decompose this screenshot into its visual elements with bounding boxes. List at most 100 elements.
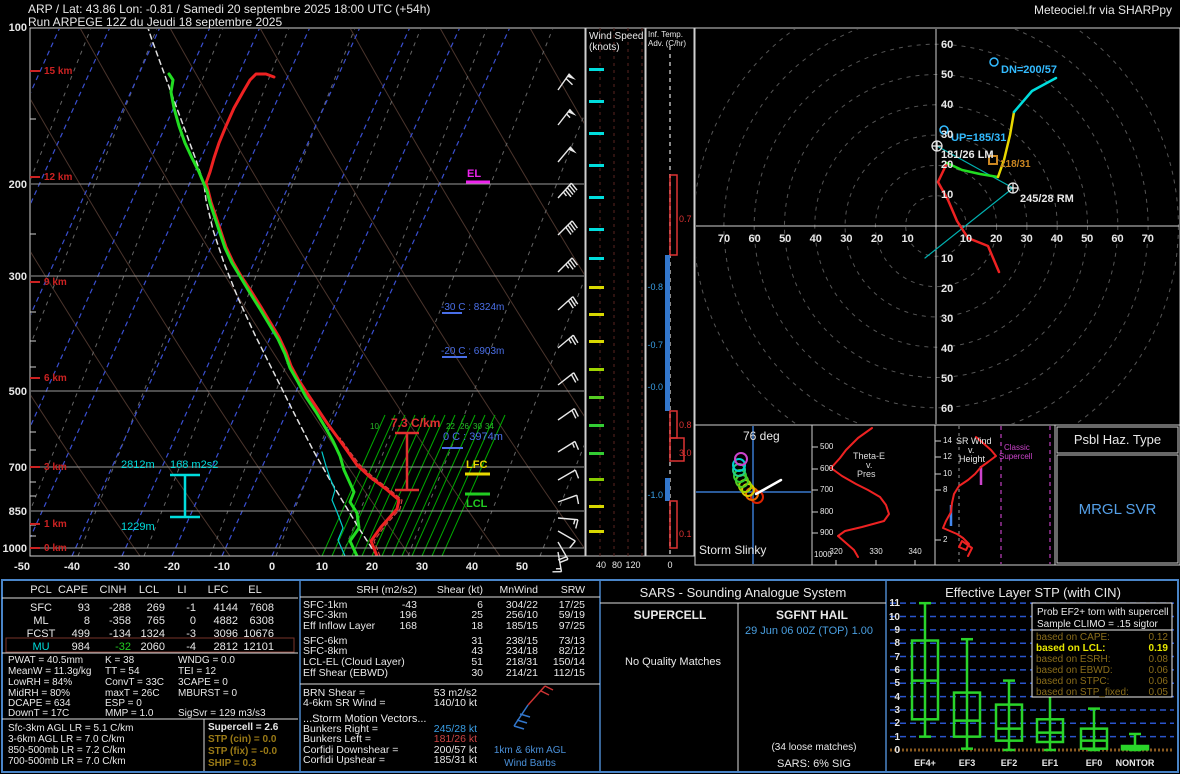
srh-col-header: SRW	[560, 584, 585, 596]
stp-category-label: NONTOR	[1115, 758, 1155, 768]
eff-layer-srh-label: 168 m2s2	[170, 459, 219, 471]
hodo-upshear-label: UP=185/31	[951, 132, 1007, 144]
temp-adv-units: Adv. (C/hr)	[648, 39, 687, 48]
line-shape	[559, 558, 569, 564]
isotherm-line	[31, 29, 160, 316]
temp-adv-axis-label: 0	[667, 560, 673, 570]
stp-prob-value: 0.06	[1148, 676, 1168, 687]
hodo-axis-label: 30	[941, 313, 954, 325]
temp-axis-label: -30	[114, 561, 130, 573]
line-shape	[571, 442, 576, 448]
km-label: 9 km	[44, 277, 67, 288]
srwind-ylabel: 8	[943, 485, 948, 494]
freezing-level-label: 0 C : 3974m	[443, 431, 503, 443]
line-shape	[516, 719, 528, 724]
km-label: 0 km	[44, 543, 67, 554]
line-shape	[569, 540, 576, 549]
line-shape	[557, 469, 576, 481]
composite-index-value: Supercell = 2.6	[208, 722, 279, 733]
stp-box-whisker	[952, 637, 982, 750]
composite-index-value: SHIP = 0.3	[208, 758, 257, 769]
temp-axis-label: -10	[214, 561, 230, 573]
moist-adiabat-line	[275, 29, 488, 556]
srh-row-name: Eff Shear (EBWD)	[303, 667, 388, 679]
stp-category-label: EF4+	[914, 758, 936, 768]
wind-speed-bar	[589, 478, 604, 481]
hodo-axis-label: 50	[1081, 233, 1094, 245]
line-shape	[544, 685, 554, 691]
temp-axis-label: 20	[365, 561, 379, 573]
stp-box-whisker	[994, 679, 1024, 752]
classic-supercell-label-2: Supercell	[999, 452, 1033, 461]
pressure-label: 100	[8, 22, 27, 34]
thermo-value: MMP = 1.0	[105, 708, 154, 719]
hodo-axis-label: 50	[779, 233, 792, 245]
hodo-axis-label: 60	[748, 233, 761, 245]
barb-caption-1: 1km & 6km AGL	[493, 745, 567, 756]
stp-prob-label: based on STP_fixed:	[1036, 687, 1129, 698]
moist-adiabat-line	[209, 29, 422, 556]
parcel-col-header: CAPE	[58, 584, 88, 596]
stp-prob-value: 0.12	[1148, 632, 1168, 643]
thermo-value: MeanW = 11.3g/kg	[8, 666, 92, 677]
srh-cell: 214/21	[505, 667, 538, 679]
stp-ytick-label: 10	[888, 611, 900, 623]
hodo-axis-label: 70	[717, 233, 731, 245]
srh-cell: 185/15	[505, 620, 538, 632]
hodo-marker-circle-icon	[989, 57, 999, 67]
line-shape	[568, 338, 572, 344]
stp-prob-label: based on CAPE:	[1036, 632, 1110, 643]
line-shape	[575, 519, 579, 529]
sars-hail-match[interactable]: 29 Jun 06 00Z (TOP)	[745, 625, 848, 637]
wind-speed-axis-label: 120	[625, 560, 641, 570]
line-shape	[513, 725, 525, 730]
eff-layer-top-label: 2812m	[121, 459, 155, 471]
wind-speed-bar	[589, 228, 604, 231]
hodo-axis-label: 60	[941, 39, 954, 51]
parcel-cell: 984	[71, 641, 90, 653]
sars-no-matches: No Quality Matches	[625, 656, 721, 668]
parcel-col-header: LFC	[207, 584, 229, 596]
thermo-value: LowRH = 84%	[8, 677, 73, 688]
line-shape	[557, 108, 571, 126]
stp-prob-value: 0.19	[1148, 643, 1168, 654]
pressure-label: 300	[8, 271, 27, 283]
cold-adv-bar	[665, 478, 670, 501]
composite-index-value: STP (cin) = 0.0	[208, 734, 277, 745]
thermo-value: TEI = 12	[178, 666, 217, 677]
isotherm-line	[121, 29, 360, 556]
wind-barb-icon	[557, 372, 579, 386]
pressure-label: 200	[8, 179, 27, 191]
wind-speed-bar	[589, 257, 604, 260]
moist-adiabat-line	[31, 29, 92, 180]
stp-ytick-label: 7	[894, 651, 900, 663]
hodo-axis-label: 40	[1050, 233, 1064, 245]
parcel-cell: 6308	[249, 615, 274, 627]
srh-cell: 168	[399, 620, 417, 632]
line-shape	[576, 495, 580, 505]
temp-axis-label: 40	[465, 561, 479, 573]
parcel-cell: -358	[108, 615, 131, 627]
temp-axis-label: -40	[64, 561, 80, 573]
hodo-right-mover-label: 245/28 RM	[1020, 193, 1074, 205]
parcel-cell: -4	[186, 641, 196, 653]
temp-adv-value: 0.7	[679, 214, 692, 224]
temp-adv-value: -0.8	[647, 282, 663, 292]
wind-speed-units: (knots)	[589, 42, 620, 53]
hodo-axis-label: 20	[990, 233, 1003, 245]
hodo-mean-wind-label: 218/31	[1000, 159, 1031, 170]
hodo-axis-label: 20	[941, 159, 954, 171]
dry-adiabat-line	[31, 394, 141, 556]
stp-prob-label: based on EBWD:	[1036, 665, 1113, 676]
wind-barb-icon	[557, 517, 579, 529]
km-label: 6 km	[44, 373, 67, 384]
stp-prob-label: based on LCL:	[1036, 643, 1106, 654]
hodo-axis-label: 50	[941, 373, 954, 385]
moist-adiabat-line	[31, 29, 158, 345]
temp-adv-value: -1.0	[647, 490, 663, 500]
stp-prob-value: 0.05	[1148, 687, 1168, 698]
header-run-info: Run ARPEGE 12Z du Jeudi 18 septembre 202…	[28, 15, 283, 29]
thermo-value: DownT = 17C	[8, 708, 70, 719]
wind-barb-icon	[557, 108, 577, 126]
line-shape	[574, 469, 580, 479]
